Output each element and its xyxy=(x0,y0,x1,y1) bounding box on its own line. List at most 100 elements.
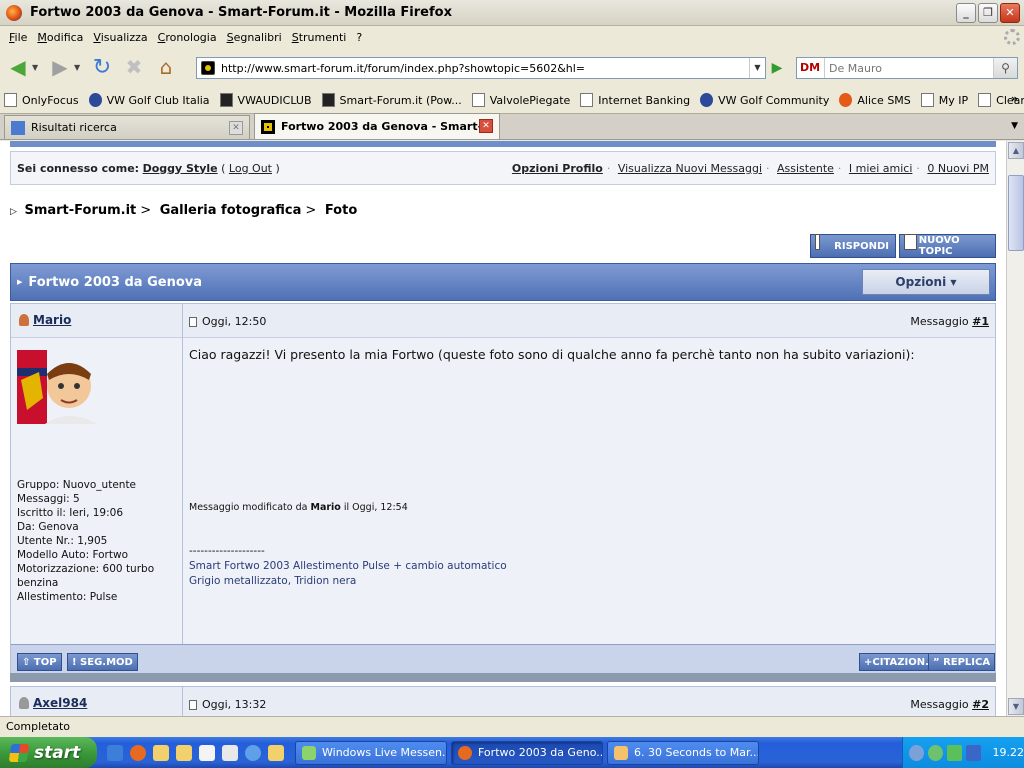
search-engine-selector[interactable]: DM xyxy=(797,58,825,78)
logout-link[interactable]: Log Out xyxy=(229,162,272,175)
options-dropdown[interactable]: Opzioni ▼ xyxy=(862,269,990,295)
firefox-quicklaunch-icon[interactable] xyxy=(130,744,146,761)
bookmark-vw-golf-community[interactable]: VW Golf Community xyxy=(700,93,829,107)
media-player-icon[interactable] xyxy=(222,744,238,761)
page-icon xyxy=(978,93,992,107)
friends-link[interactable]: I miei amici xyxy=(849,162,912,175)
minimize-button[interactable]: _ xyxy=(956,2,976,23)
scrollbar-thumb[interactable] xyxy=(1008,175,1024,251)
tab-list-dropdown-icon[interactable]: ▼ xyxy=(1011,121,1018,131)
maximize-button[interactable]: ❐ xyxy=(978,2,998,23)
tab-fortwo[interactable]: Fortwo 2003 da Genova - Smart-... ✕ xyxy=(254,113,500,139)
task-firefox[interactable]: Fortwo 2003 da Geno... xyxy=(451,740,603,765)
header-strip xyxy=(10,141,996,147)
bookmark-vw-golf-club[interactable]: VW Golf Club Italia xyxy=(88,93,210,107)
close-tab-icon[interactable]: ✕ xyxy=(229,121,243,135)
scroll-up-arrow-icon[interactable]: ▲ xyxy=(1008,142,1024,159)
quote-button[interactable]: + CITAZION. xyxy=(859,653,934,671)
search-bar[interactable]: DM ⚲ xyxy=(796,57,1018,79)
post-1-permalink[interactable]: #1 xyxy=(972,315,989,328)
exclamation-icon: ! xyxy=(72,656,77,668)
page-icon xyxy=(4,93,17,107)
folder-icon[interactable] xyxy=(153,744,169,761)
breadcrumb-gallery[interactable]: Galleria fotografica xyxy=(160,203,302,218)
reply-button[interactable]: RISPONDI xyxy=(810,234,896,258)
vw-logo-icon xyxy=(88,93,102,107)
forward-history-dropdown-icon[interactable]: ▼ xyxy=(74,63,84,72)
menu-strumenti[interactable]: Strumenti xyxy=(292,31,347,44)
breadcrumb-foto[interactable]: Foto xyxy=(325,203,357,218)
bookmarks-overflow-icon[interactable]: » xyxy=(1011,92,1018,105)
profile-options-link[interactable]: Opzioni Profilo xyxy=(512,162,603,175)
ie-icon[interactable] xyxy=(107,744,123,761)
network-tray-icon[interactable] xyxy=(946,744,962,761)
assistant-link[interactable]: Assistente xyxy=(777,162,834,175)
post-1-footer: ⇧ TOP ! SEG.MOD + CITAZION. ” REPLICA xyxy=(11,644,996,676)
avatar xyxy=(17,350,97,424)
notepad-icon[interactable] xyxy=(199,744,215,761)
replica-button[interactable]: ” REPLICA xyxy=(928,653,996,671)
close-tab-icon[interactable]: ✕ xyxy=(479,119,493,133)
start-button[interactable]: start xyxy=(0,737,97,768)
new-messages-link[interactable]: Visualizza Nuovi Messaggi xyxy=(618,162,762,175)
back-arrow-icon[interactable]: ◀ xyxy=(4,53,32,81)
forward-arrow-icon[interactable]: ▶ xyxy=(46,53,74,81)
topic-header: ▶ Fortwo 2003 da Genova Opzioni ▼ xyxy=(10,263,996,301)
url-bar[interactable]: http://www.smart-forum.it/forum/index.ph… xyxy=(196,57,766,79)
url-text[interactable]: http://www.smart-forum.it/forum/index.ph… xyxy=(221,62,749,75)
music-icon xyxy=(614,745,628,760)
bookmark-onlyfocus[interactable]: OnlyFocus xyxy=(4,93,79,107)
close-button[interactable]: ✕ xyxy=(1000,2,1020,23)
bookmark-internet-banking[interactable]: Internet Banking xyxy=(580,93,690,107)
search-results-tab-icon xyxy=(11,120,25,135)
bookmark-smart-forum[interactable]: Smart-Forum.it (Pow... xyxy=(321,93,462,107)
url-dropdown-icon[interactable]: ▼ xyxy=(749,58,765,78)
breadcrumb-home[interactable]: Smart-Forum.it xyxy=(24,203,136,218)
folder2-icon[interactable] xyxy=(268,744,284,761)
menu-cronologia[interactable]: Cronologia xyxy=(158,31,217,44)
vertical-scrollbar[interactable]: ▲ ▼ xyxy=(1006,141,1024,716)
status-text: Completato xyxy=(6,720,71,733)
search-icon[interactable]: ⚲ xyxy=(993,58,1017,78)
new-topic-button[interactable]: NUOVO TOPIC xyxy=(899,234,996,258)
search-input[interactable] xyxy=(829,61,993,75)
menu-file[interactable]: File xyxy=(9,31,27,44)
display-tray-icon[interactable] xyxy=(965,744,981,761)
explorer-icon[interactable] xyxy=(176,744,192,761)
post-1-signature: -------------------- Smart Fortwo 2003 A… xyxy=(189,545,507,587)
reload-icon[interactable]: ↻ xyxy=(88,53,116,81)
messenger-quicklaunch-icon[interactable] xyxy=(245,744,261,761)
post-2-permalink[interactable]: #2 xyxy=(972,698,989,711)
menu-help[interactable]: ? xyxy=(356,31,362,44)
tray-arrow-icon[interactable] xyxy=(909,744,924,761)
username-link[interactable]: Doggy Style xyxy=(143,162,218,175)
tab-risultati-ricerca[interactable]: Risultati ricerca ✕ xyxy=(4,115,250,139)
report-button[interactable]: ! SEG.MOD xyxy=(67,653,138,671)
back-history-dropdown-icon[interactable]: ▼ xyxy=(32,63,42,72)
stop-icon[interactable]: ✖ xyxy=(120,53,148,81)
user-links: Opzioni Profilo · Visualizza Nuovi Messag… xyxy=(511,161,989,175)
scroll-down-arrow-icon[interactable]: ▼ xyxy=(1008,698,1024,715)
top-button[interactable]: ⇧ TOP xyxy=(17,653,62,671)
home-icon[interactable]: ⌂ xyxy=(152,53,180,81)
menu-visualizza[interactable]: Visualizza xyxy=(93,31,147,44)
bookmark-valvolepiegate[interactable]: ValvolePiegate xyxy=(471,93,570,107)
post-2-date: Oggi, 13:32 xyxy=(189,698,266,711)
task-windows-live-messenger[interactable]: Windows Live Messen... xyxy=(295,740,447,765)
post-2: Axel984 Oggi, 13:32 Messaggio #2 xyxy=(10,686,996,716)
post-2-author[interactable]: Axel984 xyxy=(19,696,87,710)
bookmark-alice-sms[interactable]: Alice SMS xyxy=(839,93,911,107)
task-music-player[interactable]: 6. 30 Seconds to Mar... xyxy=(607,740,759,765)
breadcrumb: ▷ Smart-Forum.it > Galleria fotografica > … xyxy=(10,203,358,218)
menu-segnalibri[interactable]: Segnalibri xyxy=(227,31,282,44)
go-arrow-icon[interactable]: ▶ xyxy=(766,57,788,79)
bookmark-my-ip[interactable]: My IP xyxy=(920,93,968,107)
bookmark-vwaudiclub[interactable]: VWAUDICLUB xyxy=(219,93,312,107)
firefox-task-icon xyxy=(458,745,472,760)
tab-bar: Risultati ricerca ✕ Fortwo 2003 da Genov… xyxy=(0,113,1024,140)
messenger-tray-icon[interactable] xyxy=(927,744,943,761)
private-messages-link[interactable]: 0 Nuovi PM xyxy=(927,162,989,175)
post-1-author[interactable]: Mario xyxy=(19,313,71,327)
menu-modifica[interactable]: Modifica xyxy=(37,31,83,44)
topic-title: Fortwo 2003 da Genova xyxy=(28,274,202,290)
